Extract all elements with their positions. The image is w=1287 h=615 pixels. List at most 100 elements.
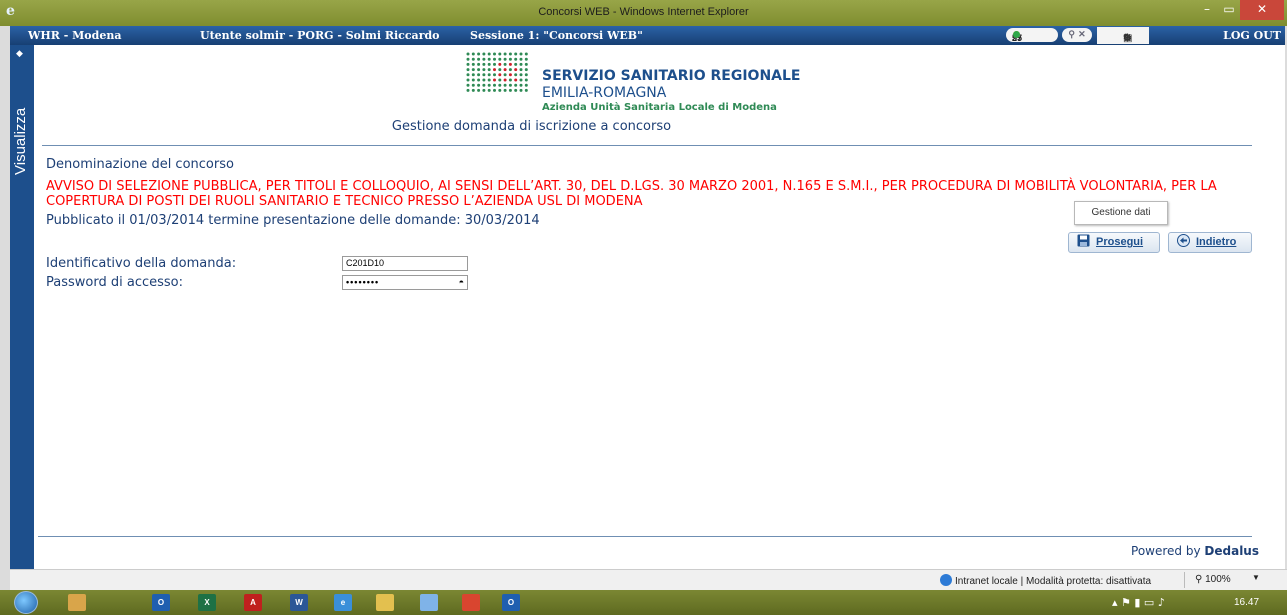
show-password-icon[interactable]: ◓ — [459, 277, 464, 288]
zoom-dropdown-icon[interactable]: ▼ — [1252, 573, 1260, 582]
logo-dot — [508, 62, 512, 66]
logo-dot — [514, 62, 518, 66]
save-icon — [1077, 234, 1090, 247]
logo-dot — [466, 52, 470, 56]
logo-dot — [477, 83, 481, 87]
logo-dot — [519, 78, 523, 82]
logo-dot — [477, 78, 481, 82]
back-arrow-icon — [1177, 234, 1190, 247]
logo-dot — [493, 78, 496, 82]
logo-dot — [514, 78, 518, 82]
prosegui-button[interactable]: Prosegui — [1068, 232, 1160, 253]
window-title: Concorsi WEB - Windows Internet Explorer — [538, 6, 749, 18]
logout-button[interactable]: LOG OUT — [1223, 29, 1281, 42]
concorso-title: AVVISO DI SELEZIONE PUBBLICA, PER TITOLI… — [46, 179, 1217, 209]
start-button[interactable] — [14, 591, 38, 614]
logo-dot — [524, 57, 528, 61]
logo-dot — [466, 73, 470, 77]
logo-dot — [508, 78, 512, 82]
logo-dot — [498, 57, 502, 61]
logo-dot — [524, 52, 528, 56]
logo-dot — [524, 88, 528, 92]
logo-dot — [493, 73, 496, 77]
logo-dot — [466, 88, 470, 92]
logo-dot — [482, 88, 486, 92]
indietro-label: Indietro — [1196, 236, 1237, 248]
org-name-line2: EMILIA-ROMAGNA — [542, 85, 667, 101]
password-value: •••••••• — [346, 277, 380, 287]
logo-dot — [503, 68, 507, 72]
logo-dot — [498, 78, 502, 82]
user-info: Utente solmir - PORG - Solmi Riccardo — [200, 29, 440, 42]
logo-dot — [471, 73, 475, 77]
logo-dot — [524, 62, 528, 66]
logo-dot — [477, 57, 481, 61]
close-window-button[interactable]: ✕ — [1240, 0, 1284, 20]
logo-dot — [508, 68, 512, 72]
logo-dot — [519, 83, 523, 87]
logo-dot — [503, 52, 507, 56]
zoom-level[interactable]: ⚲ 100% — [1195, 574, 1231, 585]
logo-dot — [514, 83, 518, 87]
taskbar-ie-icon[interactable]: e — [334, 594, 352, 611]
logo-dot — [508, 57, 512, 61]
logo-dot — [519, 68, 523, 72]
password-input[interactable]: •••••••• ◓ — [342, 275, 468, 290]
logo-dot — [487, 62, 491, 66]
logo-dot — [487, 52, 491, 56]
logo-dot — [514, 52, 518, 56]
logo-dot — [524, 73, 528, 77]
logo-dot — [508, 73, 512, 77]
logo-dot — [519, 57, 523, 61]
logo-dot — [524, 83, 528, 87]
toolbar-icons[interactable]: ▤ ⚙ ✎ — [1097, 27, 1149, 44]
logo-dot — [519, 62, 523, 66]
logo-dot — [498, 68, 502, 72]
logo-dot — [487, 68, 491, 72]
logo-dot — [493, 52, 496, 56]
taskbar-acrobat-icon[interactable]: A — [244, 594, 262, 611]
logo-dot — [498, 62, 502, 66]
sidebar-label: Visualizza — [12, 107, 29, 175]
taskbar-word-icon[interactable]: W — [290, 594, 308, 611]
intranet-globe-icon — [940, 574, 952, 586]
logo-dot — [477, 73, 481, 77]
logo-dot — [466, 62, 470, 66]
taskbar-outlook-icon[interactable]: O — [152, 594, 170, 611]
logo-dot — [503, 83, 507, 87]
org-name-line3: Azienda Unità Sanitaria Locale di Modena — [542, 102, 777, 113]
id-domanda-label: Identificativo della domanda: — [46, 256, 237, 271]
taskbar-outlook2-icon[interactable]: O — [502, 594, 520, 611]
logo-dot — [487, 57, 491, 61]
logo-dot — [487, 78, 491, 82]
sidebar-visualizza-tab[interactable]: ◆ Visualizza — [10, 45, 34, 605]
logo-dot — [503, 78, 507, 82]
logo-dot — [471, 68, 475, 72]
logo-dot — [508, 52, 512, 56]
id-domanda-input[interactable]: C201D10 — [342, 256, 468, 271]
search-icon[interactable]: ⚲ ✕ — [1062, 28, 1092, 42]
logo-dot — [503, 57, 507, 61]
ie-statusbar: Intranet locale | Modalità protetta: dis… — [10, 569, 1287, 590]
logo-dot — [514, 68, 518, 72]
system-tray[interactable]: ▴ ⚑ ▮ ▭ ♪ — [1112, 596, 1165, 609]
maximize-button[interactable]: ▭ — [1218, 0, 1240, 20]
taskbar-explorer-icon[interactable] — [68, 594, 86, 611]
indietro-button[interactable]: Indietro — [1168, 232, 1252, 253]
logo-dot — [482, 52, 486, 56]
taskbar-folder-icon[interactable] — [376, 594, 394, 611]
logo-dot — [466, 68, 470, 72]
logo-dot — [519, 88, 523, 92]
logo-dot — [498, 73, 502, 77]
logo-dot — [503, 62, 507, 66]
app-header: WHR - Modena Utente solmir - PORG - Solm… — [10, 26, 1285, 45]
logo-dot — [482, 57, 486, 61]
minimize-button[interactable]: – — [1196, 0, 1218, 20]
taskbar-chrome-icon[interactable] — [462, 594, 480, 611]
taskbar: O X A We O ▴ ⚑ ▮ ▭ ♪ 16.47 — [0, 590, 1287, 615]
taskbar-notepad-icon[interactable] — [420, 594, 438, 611]
notification-counters[interactable]: 57 25 — [1006, 28, 1058, 43]
logo-dot — [482, 73, 486, 77]
taskbar-excel-icon[interactable]: X — [198, 594, 216, 611]
footer-divider — [38, 536, 1252, 537]
